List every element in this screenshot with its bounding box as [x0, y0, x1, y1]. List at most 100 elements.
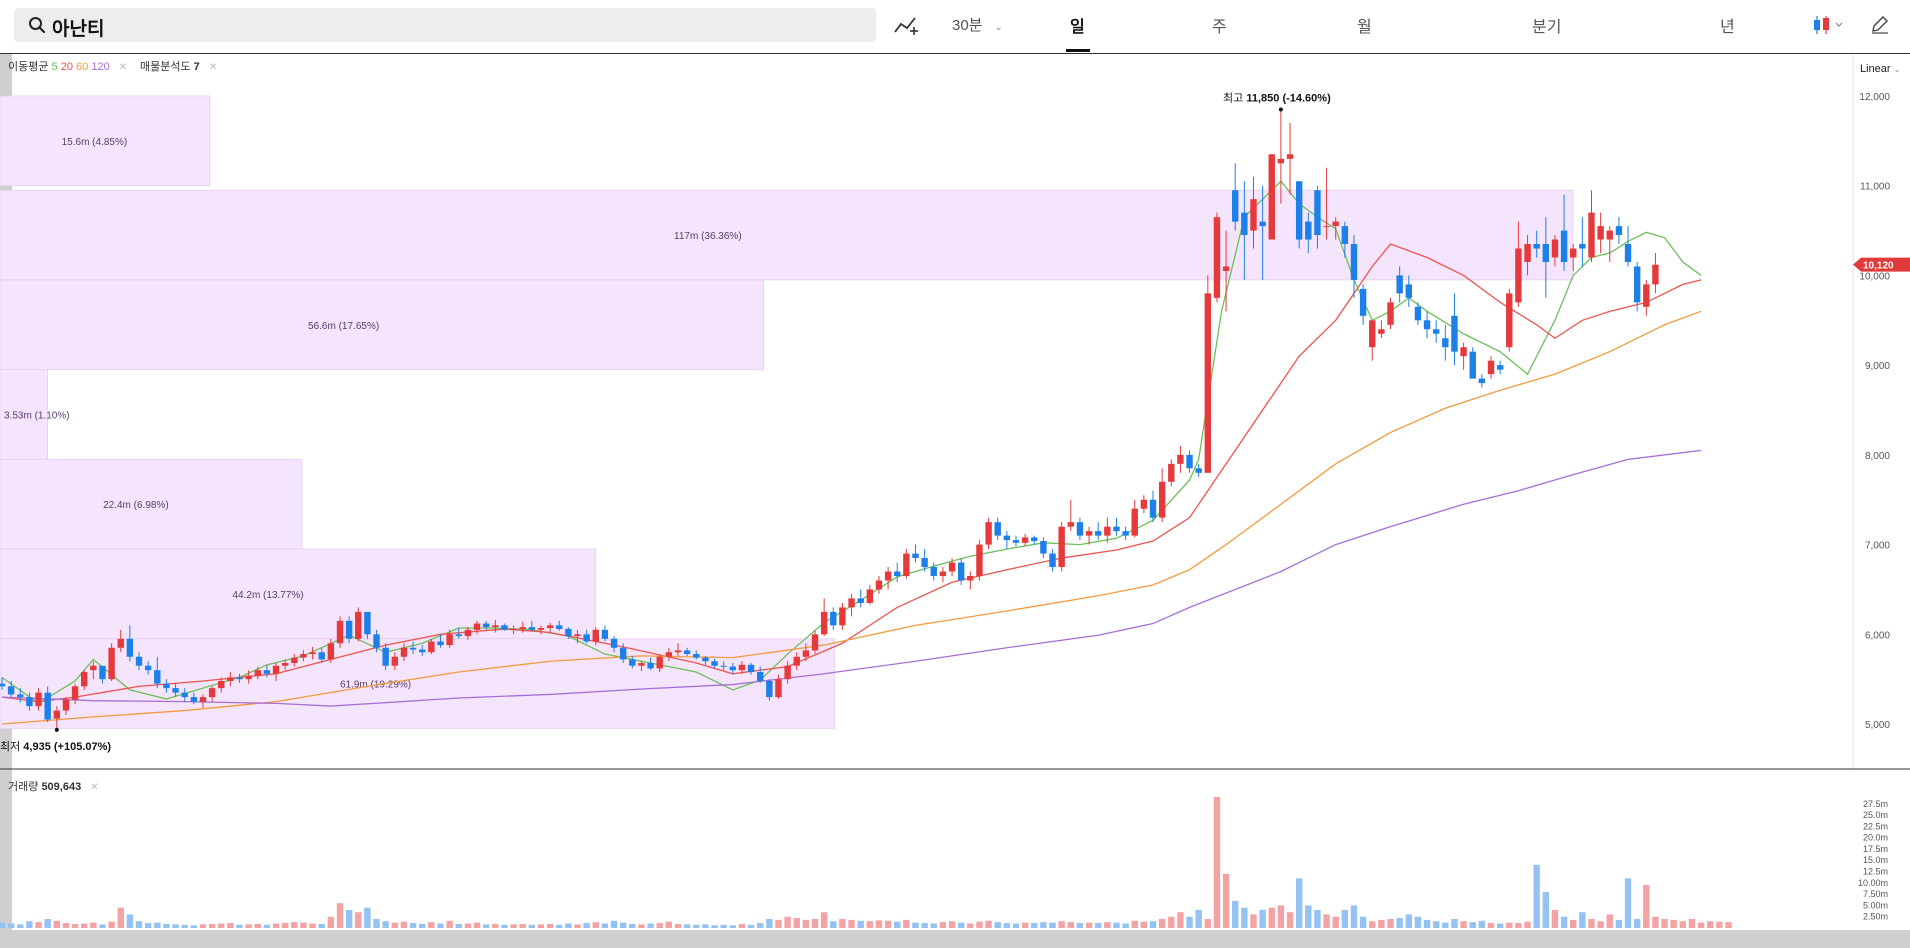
candle-body: [1515, 248, 1522, 303]
volume-tick-label: 5.00m: [1863, 900, 1888, 910]
tab-day[interactable]: 일: [1070, 13, 1085, 37]
candle-body: [272, 665, 280, 674]
candle-body: [1122, 531, 1129, 536]
candle-body: [327, 643, 335, 660]
candle-body: [1387, 302, 1394, 325]
candle-body: [1579, 244, 1586, 249]
close-icon[interactable]: ✕: [90, 782, 98, 793]
candle-body: [921, 558, 928, 568]
volume-bar: [1442, 922, 1449, 928]
candle-body: [1652, 264, 1659, 285]
volume-bar: [1688, 918, 1696, 928]
candle-body: [1158, 481, 1166, 518]
volume-bar: [144, 923, 152, 928]
candle-body: [629, 659, 636, 666]
volume-bar: [1560, 916, 1568, 928]
tab-year[interactable]: 년: [1720, 13, 1735, 37]
volume-bar: [601, 923, 609, 928]
volume-bar: [629, 923, 636, 928]
candle-body: [1277, 158, 1285, 164]
volume-bar: [693, 924, 700, 928]
interval-select[interactable]: 30분 ⌄: [952, 14, 1003, 35]
candlestick-type-icon[interactable]: [1812, 14, 1846, 36]
candle-body: [117, 638, 124, 648]
volume-bar: [784, 916, 791, 928]
candle-body: [757, 671, 764, 681]
candle-body: [619, 647, 627, 660]
candle-body: [419, 649, 426, 653]
price-chart[interactable]: 15.6m (4.85%) 117m (36.36%) 56.6m (17.65%)…: [0, 54, 1910, 930]
volume-bar: [1021, 922, 1029, 928]
volume-bar: [218, 923, 225, 928]
candle-body: [1222, 266, 1230, 271]
volume-bar: [793, 918, 800, 928]
search-box[interactable]: 아난티: [14, 8, 876, 42]
volume-bar: [848, 919, 855, 928]
candle-body: [1350, 244, 1358, 280]
volume-bar: [446, 920, 453, 928]
candle-body: [1524, 244, 1531, 262]
volume-bar: [81, 923, 88, 928]
price-tick-label: 5,000: [1865, 720, 1890, 731]
volume-profile-label: 3.53m (1.10%): [4, 411, 70, 422]
volume-bar: [327, 916, 335, 928]
candle-body: [1195, 468, 1202, 473]
candle-body: [53, 710, 61, 719]
candle-body: [866, 589, 874, 603]
volume-bar: [1250, 914, 1257, 928]
indicator-add-icon[interactable]: [893, 13, 919, 37]
volume-tick-label: 17.5m: [1863, 844, 1888, 854]
candle-body: [108, 647, 115, 680]
volume-bar: [1268, 907, 1275, 928]
candle-body: [1597, 226, 1604, 240]
volume-bar: [866, 921, 874, 928]
candle-body: [1232, 190, 1239, 222]
volume-bar: [656, 923, 663, 928]
search-query[interactable]: 아난티: [52, 14, 104, 41]
volume-tick-label: 20.0m: [1863, 833, 1888, 843]
candle-body: [199, 697, 207, 702]
volume-bar: [190, 925, 198, 928]
volume-legend: 거래량 509,643 ✕: [8, 778, 99, 794]
candle-body: [784, 665, 791, 680]
candle-body: [1131, 508, 1138, 536]
pencil-icon[interactable]: [1870, 14, 1890, 34]
volume-bar: [154, 922, 161, 928]
tab-quarter[interactable]: 분기: [1532, 13, 1561, 37]
volume-bar: [71, 923, 79, 928]
candle-body: [1021, 537, 1029, 543]
tab-month[interactable]: 월: [1357, 13, 1372, 37]
price-tick-label: 7,000: [1865, 541, 1890, 552]
volume-bar: [665, 921, 673, 928]
candle-body: [967, 575, 974, 581]
candle-body: [35, 692, 42, 707]
tab-week[interactable]: 주: [1212, 13, 1227, 37]
volume-bar: [108, 921, 115, 928]
candle-body: [473, 623, 481, 630]
volume-bar: [1350, 905, 1358, 928]
volume-bar: [1085, 922, 1093, 928]
volume-bar: [373, 918, 380, 928]
volume-bar: [766, 918, 773, 928]
volume-bar: [830, 921, 837, 928]
candle-body: [90, 665, 97, 671]
candle-body: [1378, 329, 1385, 334]
price-tick-label: 12,000: [1859, 92, 1890, 103]
volume-bar: [1286, 912, 1294, 928]
candle-body: [857, 598, 864, 603]
candle-body: [811, 634, 819, 651]
volume-bar: [1277, 905, 1285, 928]
volume-bar: [1551, 909, 1559, 928]
candle-body: [884, 571, 892, 581]
volume-bar: [757, 923, 764, 928]
candle-body: [1588, 212, 1595, 258]
candle-body: [985, 522, 992, 545]
volume-bar: [254, 923, 261, 928]
candle-body: [492, 625, 499, 628]
candle-body: [1003, 535, 1011, 541]
volume-bar: [1158, 918, 1166, 928]
volume-bar: [1460, 921, 1467, 928]
candle-body: [665, 652, 673, 657]
volume-bar: [428, 922, 435, 928]
candle-body: [565, 628, 572, 637]
